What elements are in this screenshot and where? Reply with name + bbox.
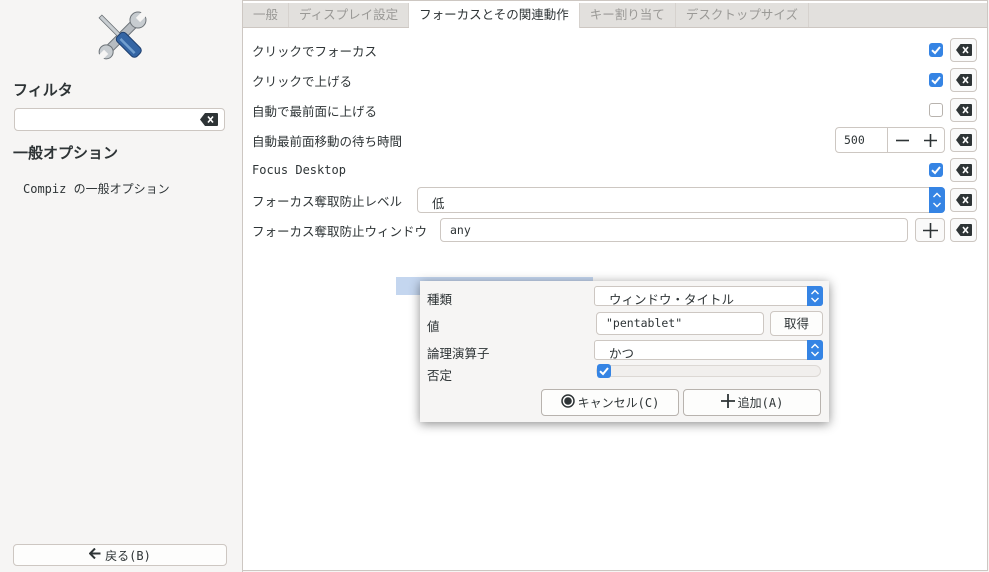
setting-row-autoraise-delay: 自動最前面移動の待ち時間	[252, 128, 402, 152]
reset-focus-prevention-windows-button[interactable]	[950, 218, 977, 242]
decrement-button[interactable]	[888, 128, 916, 152]
tab-focus-behaviour[interactable]: フォーカスとその関連動作	[409, 3, 580, 28]
setting-row-autoraise: 自動で最前面に上げる	[252, 98, 377, 122]
combo-value: かつ	[609, 346, 635, 361]
type-combo[interactable]: ウィンドウ・タイトル	[594, 286, 823, 307]
setting-row-focus-prevention-windows: フォーカス奪取防止ウィンドウ	[252, 218, 427, 242]
autoraise-delay-value[interactable]: 500	[836, 128, 888, 152]
combo-value: ウィンドウ・タイトル	[609, 292, 735, 307]
operator-combo[interactable]: かつ	[594, 340, 823, 361]
minus-icon	[895, 139, 909, 141]
reset-focus-desktop-button[interactable]	[950, 158, 977, 182]
tab-key-bindings[interactable]: キー割り当て	[580, 3, 676, 27]
setting-label: フォーカス奪取防止ウィンドウ	[252, 223, 428, 239]
focus-prevention-windows-entry[interactable]: any	[440, 218, 908, 242]
checkmark-icon	[931, 76, 941, 85]
click-to-focus-checkbox[interactable]	[929, 43, 943, 57]
chevron-updown-icon[interactable]	[807, 286, 823, 306]
general-options-heading: 一般オプション	[13, 144, 119, 162]
arrow-left-icon	[88, 547, 101, 562]
back-button-label: 戻る(B)	[105, 548, 151, 563]
back-button[interactable]: 戻る(B)	[13, 544, 227, 566]
negate-checkbox-row[interactable]	[596, 364, 821, 378]
record-icon	[560, 394, 575, 411]
setting-label: Focus Desktop	[252, 163, 346, 177]
tab-bar: 一般 ディスプレイ設定 フォーカスとその関連動作 キー割り当て デスクトップサイ…	[243, 3, 987, 28]
tab-desktop-size[interactable]: デスクトップサイズ	[676, 3, 809, 27]
value-label: 値	[427, 319, 440, 334]
setting-label: クリックでフォーカス	[252, 43, 378, 59]
clear-icon	[956, 194, 972, 206]
combo-value: 低	[432, 196, 445, 211]
filter-search-field[interactable]	[14, 108, 225, 131]
setting-row-focus-desktop: Focus Desktop	[252, 158, 346, 182]
raise-on-click-checkbox[interactable]	[929, 73, 943, 87]
focus-desktop-checkbox[interactable]	[929, 163, 943, 177]
clear-icon	[956, 104, 972, 116]
clear-icon	[956, 164, 972, 176]
reset-autoraise-button[interactable]	[950, 98, 977, 122]
increment-button[interactable]	[916, 128, 944, 152]
negate-label: 否定	[427, 368, 453, 383]
grab-button[interactable]: 取得	[770, 311, 823, 336]
cancel-button[interactable]: キャンセル(C)	[541, 389, 679, 416]
setting-label: 自動最前面移動の待ち時間	[252, 133, 403, 149]
setting-row-raise-on-click: クリックで上げる	[252, 68, 352, 92]
setting-row-focus-prevention-level: フォーカス奪取防止レベル	[252, 188, 402, 212]
cancel-button-label: キャンセル(C)	[577, 396, 660, 410]
plus-icon	[922, 222, 938, 238]
setting-label: 自動で最前面に上げる	[252, 103, 378, 119]
chevron-updown-icon[interactable]	[929, 187, 945, 213]
negate-checkbox[interactable]	[597, 364, 611, 378]
reset-autoraise-delay-button[interactable]	[950, 128, 977, 152]
setting-row-click-to-focus: クリックでフォーカス	[252, 38, 377, 62]
checkmark-icon	[599, 367, 609, 376]
match-edit-dialog: 種類 ウィンドウ・タイトル 値 "pentablet" 取得 論理演算子 かつ …	[420, 281, 829, 422]
operator-label: 論理演算子	[427, 346, 490, 361]
value-entry[interactable]: "pentablet"	[596, 312, 764, 335]
add-button[interactable]: 追加(A)	[683, 389, 821, 416]
filter-input[interactable]	[15, 109, 195, 130]
add-button-label: 追加(A)	[737, 396, 784, 410]
tab-display-settings[interactable]: ディスプレイ設定	[289, 3, 410, 27]
autoraise-checkbox[interactable]	[929, 103, 943, 117]
checkmark-icon	[931, 166, 941, 175]
checkmark-icon	[931, 46, 941, 55]
autoraise-delay-spinbutton[interactable]: 500	[835, 127, 945, 153]
plus-icon	[923, 133, 937, 147]
sidebar-item-compiz-general[interactable]: Compiz の一般オプション	[23, 180, 170, 197]
tools-icon	[88, 6, 154, 68]
clear-icon	[956, 134, 972, 146]
edit-match-button[interactable]	[915, 218, 945, 242]
type-label: 種類	[427, 292, 453, 307]
clear-icon	[956, 224, 972, 236]
filter-heading: フィルタ	[13, 81, 73, 99]
focus-prevention-level-combo[interactable]: 低	[417, 187, 945, 213]
setting-label: フォーカス奪取防止レベル	[252, 193, 403, 209]
reset-click-to-focus-button[interactable]	[950, 38, 977, 62]
tab-general[interactable]: 一般	[243, 3, 290, 27]
reset-raise-on-click-button[interactable]	[950, 68, 977, 92]
sidebar: フィルタ 一般オプション Compiz の一般オプション 戻る(B)	[0, 0, 243, 572]
plus-icon	[720, 394, 735, 411]
reset-focus-prevention-level-button[interactable]	[950, 188, 977, 212]
clear-icon[interactable]	[200, 113, 218, 126]
chevron-updown-icon[interactable]	[807, 340, 823, 360]
clear-icon	[956, 44, 972, 56]
clear-icon	[956, 74, 972, 86]
setting-label: クリックで上げる	[252, 73, 353, 89]
